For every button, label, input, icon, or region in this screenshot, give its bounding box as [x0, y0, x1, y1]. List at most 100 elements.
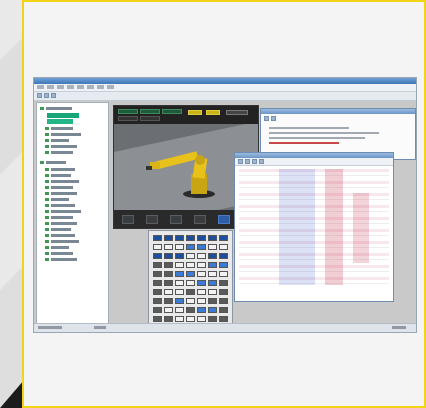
tree-item[interactable]: [51, 151, 73, 154]
tree-item[interactable]: [51, 210, 81, 213]
pendant-key[interactable]: [186, 316, 195, 322]
view-button[interactable]: [146, 215, 158, 224]
pendant-key[interactable]: [153, 307, 162, 313]
tool-icon[interactable]: [44, 93, 49, 98]
pendant-key[interactable]: [175, 235, 184, 241]
pendant-key[interactable]: [197, 244, 206, 250]
tree-item[interactable]: [51, 180, 79, 183]
pendant-key[interactable]: [197, 235, 206, 241]
tree-item[interactable]: [51, 222, 77, 225]
pendant-key[interactable]: [164, 244, 173, 250]
menu-item[interactable]: [107, 85, 114, 89]
pendant-key[interactable]: [164, 307, 173, 313]
pendant-key[interactable]: [197, 298, 206, 304]
teach-pendant[interactable]: [148, 230, 233, 327]
tree-item[interactable]: [51, 246, 69, 249]
pendant-key[interactable]: [175, 298, 184, 304]
pendant-key[interactable]: [186, 244, 195, 250]
pendant-key[interactable]: [153, 271, 162, 277]
pendant-key[interactable]: [208, 307, 217, 313]
pendant-key[interactable]: [186, 235, 195, 241]
pendant-key[interactable]: [164, 271, 173, 277]
tree-item[interactable]: [51, 127, 73, 130]
view-button[interactable]: [194, 215, 206, 224]
tree-item[interactable]: [46, 107, 72, 110]
project-tree[interactable]: [36, 102, 109, 324]
pendant-key[interactable]: [153, 253, 162, 259]
pendant-key[interactable]: [164, 289, 173, 295]
menu-item[interactable]: [67, 85, 74, 89]
tool-icon[interactable]: [51, 93, 56, 98]
pendant-key[interactable]: [208, 235, 217, 241]
pendant-key[interactable]: [153, 280, 162, 286]
pendant-key[interactable]: [153, 235, 162, 241]
tool-icon[interactable]: [259, 159, 264, 164]
pendant-key[interactable]: [164, 280, 173, 286]
tool-icon[interactable]: [271, 116, 276, 121]
tree-item[interactable]: [51, 192, 77, 195]
pendant-key[interactable]: [219, 289, 228, 295]
pendant-key[interactable]: [175, 271, 184, 277]
pendant-key[interactable]: [197, 316, 206, 322]
pendant-key[interactable]: [186, 271, 195, 277]
tree-item[interactable]: [46, 161, 66, 164]
tool-icon[interactable]: [37, 93, 42, 98]
tree-item[interactable]: [51, 168, 75, 171]
tree-item[interactable]: [51, 234, 75, 237]
tree-item[interactable]: [51, 252, 73, 255]
variable-table-window[interactable]: [234, 152, 394, 302]
tree-item[interactable]: [51, 139, 69, 142]
pendant-key[interactable]: [208, 271, 217, 277]
pendant-key[interactable]: [175, 316, 184, 322]
pendant-key[interactable]: [153, 316, 162, 322]
pendant-key[interactable]: [208, 262, 217, 268]
pendant-key[interactable]: [219, 280, 228, 286]
pendant-key[interactable]: [153, 298, 162, 304]
tool-icon[interactable]: [264, 116, 269, 121]
pendant-key[interactable]: [164, 253, 173, 259]
pendant-key[interactable]: [175, 280, 184, 286]
view-button[interactable]: [122, 215, 134, 224]
view-button[interactable]: [170, 215, 182, 224]
tree-item[interactable]: [51, 133, 81, 136]
pendant-key[interactable]: [175, 307, 184, 313]
pendant-key[interactable]: [219, 253, 228, 259]
pendant-key[interactable]: [208, 280, 217, 286]
pendant-key[interactable]: [164, 316, 173, 322]
pendant-key[interactable]: [197, 253, 206, 259]
pendant-key[interactable]: [208, 298, 217, 304]
pendant-key[interactable]: [208, 289, 217, 295]
pendant-key[interactable]: [164, 298, 173, 304]
pendant-key[interactable]: [219, 262, 228, 268]
pendant-key[interactable]: [186, 307, 195, 313]
pendant-key[interactable]: [197, 307, 206, 313]
menu-item[interactable]: [87, 85, 94, 89]
tool-icon[interactable]: [238, 159, 243, 164]
pendant-key[interactable]: [153, 244, 162, 250]
pendant-key[interactable]: [219, 271, 228, 277]
pendant-key[interactable]: [186, 298, 195, 304]
tree-item[interactable]: [51, 174, 71, 177]
pendant-key[interactable]: [219, 244, 228, 250]
pendant-key[interactable]: [197, 289, 206, 295]
pendant-key[interactable]: [208, 244, 217, 250]
menu-item[interactable]: [97, 85, 104, 89]
pendant-key[interactable]: [197, 262, 206, 268]
menu-bar[interactable]: [34, 84, 416, 92]
tree-item-selected[interactable]: [47, 113, 79, 118]
tree-item[interactable]: [51, 145, 77, 148]
pendant-key[interactable]: [164, 262, 173, 268]
pendant-key[interactable]: [175, 253, 184, 259]
menu-item[interactable]: [57, 85, 64, 89]
pendant-key[interactable]: [219, 235, 228, 241]
pendant-key[interactable]: [153, 289, 162, 295]
pendant-key[interactable]: [186, 262, 195, 268]
pendant-key[interactable]: [197, 271, 206, 277]
pendant-key[interactable]: [175, 244, 184, 250]
pendant-key[interactable]: [208, 316, 217, 322]
tool-icon[interactable]: [252, 159, 257, 164]
tree-item[interactable]: [51, 258, 77, 261]
pendant-key[interactable]: [186, 289, 195, 295]
pendant-key[interactable]: [153, 262, 162, 268]
menu-item[interactable]: [77, 85, 84, 89]
